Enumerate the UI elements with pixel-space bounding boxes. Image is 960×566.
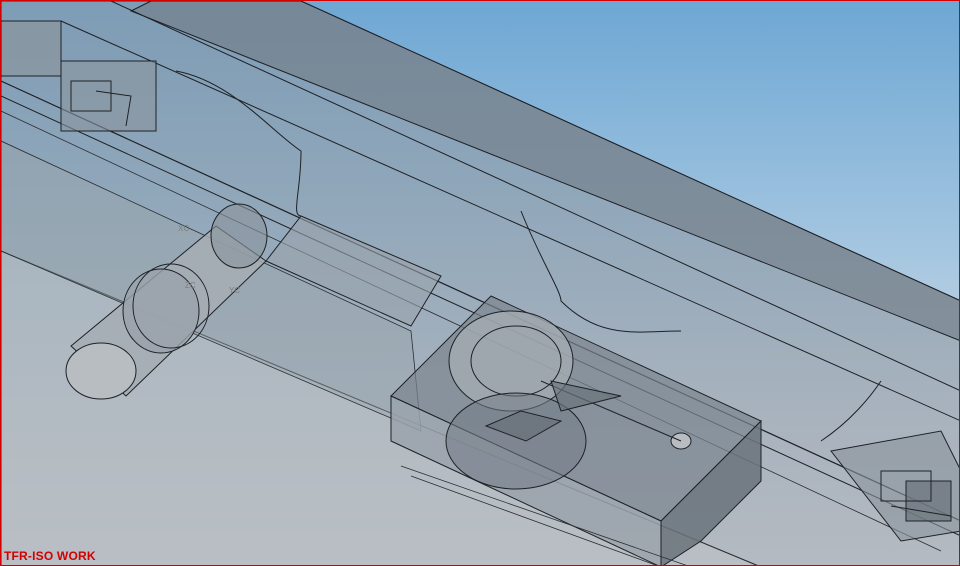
left-bracket[interactable]: [60, 60, 157, 132]
view-name-label: TFR-ISO WORK: [4, 549, 96, 563]
axis-label-zc: ZC: [185, 281, 196, 290]
left-connector-block[interactable]: [1, 20, 62, 77]
axis-label-xc: XC: [178, 224, 190, 233]
axis-label-yc: YC: [229, 286, 241, 295]
coupling-flange[interactable]: [210, 203, 268, 269]
graphics-viewport[interactable]: XC ZC YC TFR-ISO WORK: [0, 0, 960, 566]
cad-model-scene[interactable]: [1, 1, 960, 566]
coupling-end-cap[interactable]: [65, 342, 137, 400]
